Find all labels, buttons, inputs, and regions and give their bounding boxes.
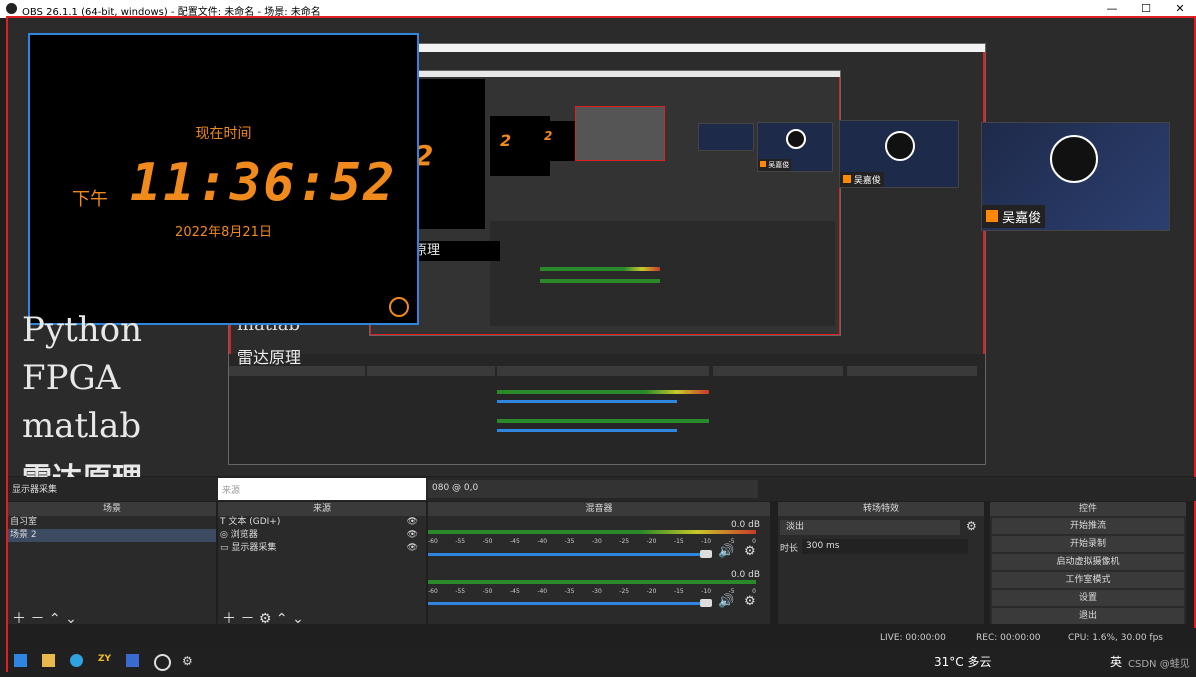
title-bar: OBS 26.1.1 (64-bit, windows) - 配置文件: 未命名…: [0, 0, 1196, 18]
speaker-icon[interactable]: 🔊: [718, 544, 734, 559]
settings-button[interactable]: 设置: [992, 590, 1184, 606]
taskbar: ZY ⚙ 31°C 多云 英 CSDN @蛙见: [8, 648, 1196, 674]
display-label: 显示器采集: [12, 485, 58, 495]
volume-knob-2[interactable]: [700, 599, 712, 607]
up-icon[interactable]: ⌃: [276, 611, 288, 627]
volume-slider-2[interactable]: [428, 602, 708, 605]
eye-icon: 👁: [406, 530, 418, 540]
speaker-icon[interactable]: 🔊: [718, 594, 734, 609]
scene-toolbar: ＋ － ⌃ ⌄: [12, 608, 77, 628]
source-toolbar: 显示器采集 来源 080 @ 0,0: [8, 477, 1196, 501]
duration-label: 时长: [780, 544, 799, 554]
video-tile-small: [698, 123, 754, 151]
controls-header: 控件: [990, 502, 1186, 516]
mixer-panel: 0.0 dB -60 -55 -50 -45 -40 -35 -30 -25 -20 -15 -10…: [428, 516, 770, 624]
transitions-panel: 淡出 ⚙ 时长 300 ms: [778, 516, 984, 624]
video-tile-main: 吴嘉俊: [981, 122, 1170, 231]
rec-status: REC: 00:00:00: [976, 633, 1041, 643]
globe-icon: ◎: [220, 530, 228, 540]
down-icon[interactable]: ⌄: [292, 611, 304, 627]
audio-meter-1: [428, 530, 756, 534]
gear-icon[interactable]: ⚙: [966, 519, 977, 533]
transitions-header: 转场特效: [778, 502, 984, 516]
remove-icon[interactable]: －: [240, 611, 254, 627]
gear-icon[interactable]: ⚙: [259, 611, 272, 627]
gear-icon[interactable]: ⚙: [744, 594, 756, 609]
ime-indicator[interactable]: 英: [1110, 653, 1122, 670]
sources-panel: T 文本 (GDI+) 👁 ◎ 浏览器 👁 ▭ 显示器采集 👁 ＋ － ⚙ ⌃ ⌄: [218, 516, 426, 627]
eye-icon: 👁: [406, 517, 418, 527]
down-icon[interactable]: ⌄: [65, 611, 77, 627]
text-icon: T: [220, 517, 226, 527]
file-explorer-icon[interactable]: [42, 654, 55, 667]
volume-knob-1[interactable]: [700, 550, 712, 558]
obs-taskbar-icon[interactable]: [154, 654, 171, 671]
watermark-text: CSDN @蛙见: [1128, 659, 1190, 670]
participant-name: 吴嘉俊: [982, 205, 1046, 228]
controls-panel: 开始推流 开始录制 启动虚拟摄像机 工作室模式 设置 退出: [990, 516, 1186, 624]
clock-label: 现在时间: [195, 126, 252, 142]
video-tile-large: 吴嘉俊: [839, 120, 959, 188]
mixer-level-2: 0.0 dB: [730, 570, 760, 580]
weather-text[interactable]: 31°C 多云: [934, 653, 991, 670]
gear-icon[interactable]: ⚙: [744, 544, 756, 559]
text-line-matlab: matlab: [22, 406, 142, 446]
nested-capture-2: 2 2 2 雷达原理: [369, 70, 841, 336]
eye-icon: 👁: [406, 543, 418, 553]
source-filter-input[interactable]: 来源: [218, 478, 426, 500]
obs-logo-icon: [1050, 135, 1098, 183]
live-status: LIVE: 00:00:00: [880, 633, 946, 643]
monitor-icon: ▭: [220, 543, 229, 553]
scenes-panel: 自习室 场景 2 ＋ － ⌃ ⌄: [8, 516, 216, 627]
transition-select[interactable]: 淡出: [780, 520, 960, 535]
window-title: OBS 26.1.1 (64-bit, windows) - 配置文件: 未命名…: [22, 7, 321, 18]
audio-meter-2: [428, 580, 756, 584]
virtual-camera-button[interactable]: 启动虚拟摄像机: [992, 554, 1184, 570]
scene-item-selected[interactable]: 场景 2: [8, 529, 216, 542]
coords-field[interactable]: 080 @ 0,0: [428, 480, 758, 498]
windows-start-icon[interactable]: [14, 654, 27, 667]
add-icon[interactable]: ＋: [222, 611, 236, 627]
obs-logo-icon: [6, 3, 17, 14]
scenes-header: 场景: [8, 502, 216, 516]
video-tile-medium: 吴嘉俊: [757, 122, 833, 172]
cpu-status: CPU: 1.6%, 30.00 fps: [1068, 633, 1163, 643]
check-icon: [389, 297, 409, 317]
remove-icon[interactable]: －: [30, 611, 44, 627]
meter-scale-1: -60 -55 -50 -45 -40 -35 -30 -25 -20 -15 -10 -5 0: [428, 538, 756, 545]
close-button[interactable]: ✕: [1160, 1, 1196, 17]
meter-scale-2: -60 -55 -50 -45 -40 -35 -30 -25 -20 -15 -10 -5 0: [428, 588, 756, 595]
edge-icon[interactable]: [70, 654, 83, 667]
zy-icon[interactable]: ZY: [98, 654, 111, 667]
add-icon[interactable]: ＋: [12, 611, 26, 627]
photos-icon[interactable]: [126, 654, 139, 667]
source-item[interactable]: ◎ 浏览器 👁: [218, 529, 426, 542]
mixer-level-1: 0.0 dB: [730, 520, 760, 530]
start-streaming-button[interactable]: 开始推流: [992, 518, 1184, 534]
text-line-python: Python: [22, 310, 143, 350]
clock-browser-source[interactable]: 现在时间 下午 11:36:52 2022年8月21日: [28, 33, 419, 325]
text-line-fpga: FPGA: [22, 358, 121, 398]
duration-input[interactable]: 300 ms: [802, 539, 968, 554]
clock-date: 2022年8月21日: [175, 225, 272, 240]
up-icon[interactable]: ⌃: [49, 611, 61, 627]
gear-icon[interactable]: ⚙: [182, 654, 195, 668]
preview-canvas[interactable]: 2 2 2 雷达原理 吴嘉俊 吴嘉俊 雷达原理 matlab: [6, 16, 1196, 672]
source-item[interactable]: ▭ 显示器采集 👁: [218, 542, 426, 555]
sources-header: 来源: [218, 502, 426, 516]
source-toolbar-bottom: ＋ － ⚙ ⌃ ⌄: [222, 608, 304, 628]
clock-time: 11:36:52: [130, 153, 397, 213]
exit-button[interactable]: 退出: [992, 608, 1184, 624]
start-recording-button[interactable]: 开始录制: [992, 536, 1184, 552]
mixer-header: 混音器: [428, 502, 770, 516]
source-item[interactable]: T 文本 (GDI+) 👁: [218, 516, 426, 529]
scene-item[interactable]: 自习室: [8, 516, 216, 529]
clock-ampm: 下午: [72, 189, 108, 210]
status-bar: LIVE: 00:00:00 REC: 00:00:00 CPU: 1.6%, …: [8, 628, 1196, 648]
studio-mode-button[interactable]: 工作室模式: [992, 572, 1184, 588]
volume-slider-1[interactable]: [428, 553, 708, 556]
